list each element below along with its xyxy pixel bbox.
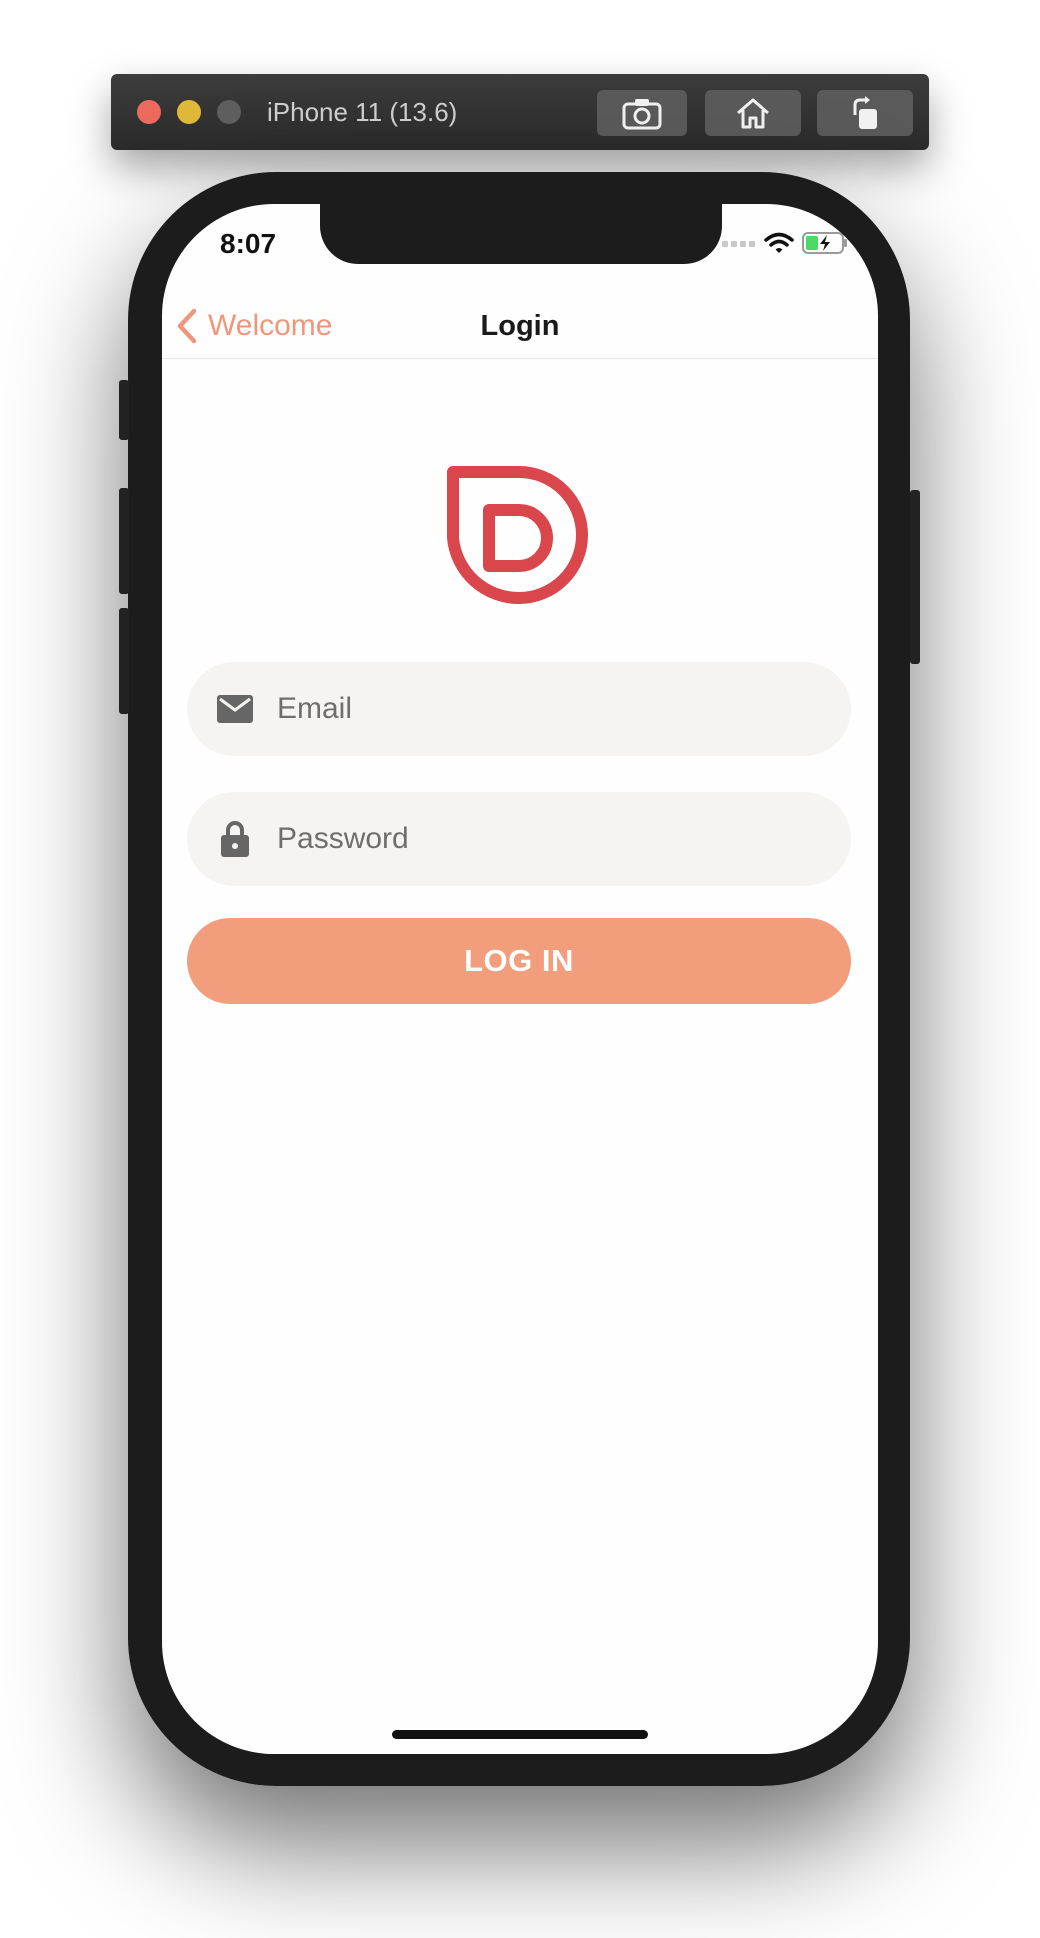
brand-logo: [447, 466, 588, 605]
home-button[interactable]: [705, 90, 801, 136]
email-field[interactable]: [187, 662, 851, 756]
home-icon: [737, 98, 769, 129]
login-button[interactable]: LOG IN: [187, 918, 851, 1004]
volume-down-button: [119, 608, 129, 714]
rotate-icon: [853, 96, 877, 129]
wifi-icon: [764, 232, 794, 253]
home-indicator[interactable]: [392, 1730, 648, 1739]
email-input[interactable]: [275, 691, 839, 727]
password-field[interactable]: [187, 792, 851, 886]
notch: [320, 204, 722, 264]
zoom-window-button[interactable]: [217, 100, 241, 124]
mute-switch: [119, 380, 129, 440]
lock-icon: [215, 820, 255, 858]
envelope-icon: [215, 694, 255, 724]
status-time: 8:07: [220, 228, 277, 259]
close-window-button[interactable]: [137, 100, 161, 124]
page-title: Login: [480, 310, 560, 342]
volume-up-button: [119, 488, 129, 594]
screenshot-button[interactable]: [597, 90, 687, 136]
simulator-title: iPhone 11 (13.6): [267, 97, 458, 127]
minimize-window-button[interactable]: [177, 100, 201, 124]
stage: iPhone 11 (13.6) 8:07 Welcome Login Emai…: [0, 0, 1040, 1938]
screenshot-icon: [622, 99, 662, 130]
simulator-title-bar: iPhone 11 (13.6): [111, 74, 929, 150]
phone-screen: 8:07 Welcome Login Email LOG IN: [162, 204, 878, 1754]
cellular-icon: [722, 241, 755, 247]
rotate-button[interactable]: [817, 90, 913, 136]
status-icons: [722, 232, 848, 254]
battery-charging-icon: [802, 232, 847, 254]
power-button: [910, 490, 920, 664]
navigation-bar: Welcome Login: [162, 294, 878, 359]
password-input[interactable]: [275, 821, 839, 857]
